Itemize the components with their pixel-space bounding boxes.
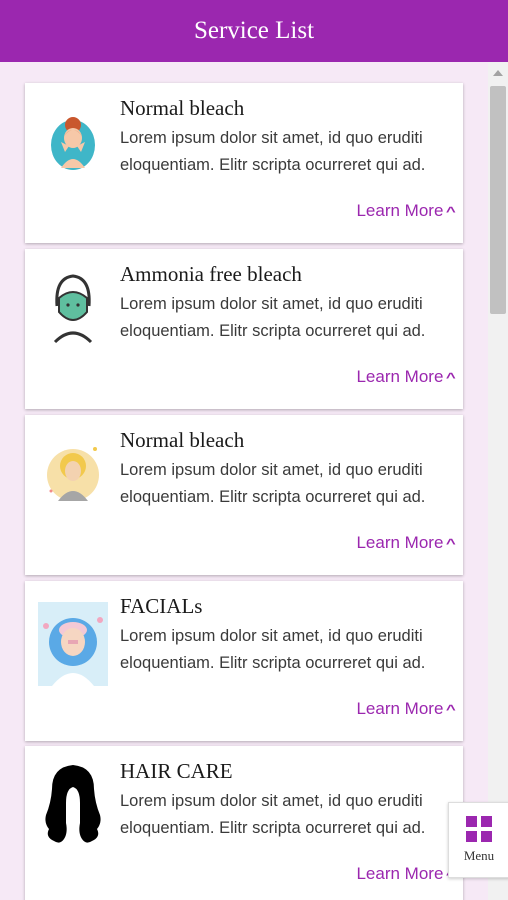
chevron-up-icon: ^ bbox=[446, 701, 457, 717]
face-mask-icon bbox=[37, 263, 109, 353]
hair-silhouette-icon bbox=[37, 760, 109, 850]
service-description: Lorem ipsum dolor sit amet, id quo erudi… bbox=[120, 129, 426, 174]
learn-more-link[interactable]: Learn More ^ bbox=[356, 699, 457, 719]
scroll-up-arrow-icon[interactable] bbox=[493, 70, 503, 76]
learn-more-link[interactable]: Learn More ^ bbox=[356, 201, 457, 221]
service-card: FACIALs Lorem ipsum dolor sit amet, id q… bbox=[25, 581, 463, 741]
service-card: Ammonia free bleach Lorem ipsum dolor si… bbox=[25, 249, 463, 409]
chevron-up-icon: ^ bbox=[446, 203, 457, 219]
learn-more-label: Learn More bbox=[356, 699, 444, 718]
service-description: Lorem ipsum dolor sit amet, id quo erudi… bbox=[120, 627, 426, 672]
chevron-up-icon: ^ bbox=[446, 535, 457, 551]
learn-more-label: Learn More bbox=[356, 201, 444, 220]
learn-more-label: Learn More bbox=[356, 864, 444, 883]
scrollbar[interactable] bbox=[488, 62, 508, 900]
learn-more-link[interactable]: Learn More ^ bbox=[356, 864, 456, 884]
service-list: Normal bleach Lorem ipsum dolor sit amet… bbox=[0, 62, 508, 900]
service-title: Normal bleach bbox=[120, 428, 245, 452]
learn-more-label: Learn More bbox=[356, 367, 444, 386]
grid-icon bbox=[466, 816, 492, 842]
service-title: HAIR CARE bbox=[120, 759, 233, 783]
scrollbar-thumb[interactable] bbox=[490, 86, 506, 314]
menu-button[interactable]: Menu bbox=[448, 802, 508, 878]
service-title: FACIALs bbox=[120, 594, 203, 618]
learn-more-link[interactable]: Learn More ^ bbox=[356, 367, 457, 387]
service-card: HAIR CARE Lorem ipsum dolor sit amet, id… bbox=[25, 746, 463, 900]
service-title: Ammonia free bleach bbox=[120, 262, 302, 286]
menu-label: Menu bbox=[463, 848, 495, 863]
spa-facial-icon bbox=[37, 599, 109, 689]
learn-more-label: Learn More bbox=[356, 533, 444, 552]
chevron-up-icon: ^ bbox=[446, 369, 457, 385]
service-description: Lorem ipsum dolor sit amet, id quo erudi… bbox=[120, 295, 426, 340]
learn-more-link[interactable]: Learn More ^ bbox=[356, 533, 457, 553]
service-card: Normal bleach Lorem ipsum dolor sit amet… bbox=[25, 83, 463, 243]
app-header: Service List bbox=[0, 0, 508, 62]
service-description: Lorem ipsum dolor sit amet, id quo erudi… bbox=[120, 461, 426, 506]
service-description: Lorem ipsum dolor sit amet, id quo erudi… bbox=[120, 792, 426, 837]
service-title: Normal bleach bbox=[120, 96, 245, 120]
service-card: Normal bleach Lorem ipsum dolor sit amet… bbox=[25, 415, 463, 575]
blonde-woman-icon bbox=[37, 429, 109, 519]
woman-facial-icon bbox=[37, 97, 109, 187]
page-title: Service List bbox=[193, 17, 315, 44]
